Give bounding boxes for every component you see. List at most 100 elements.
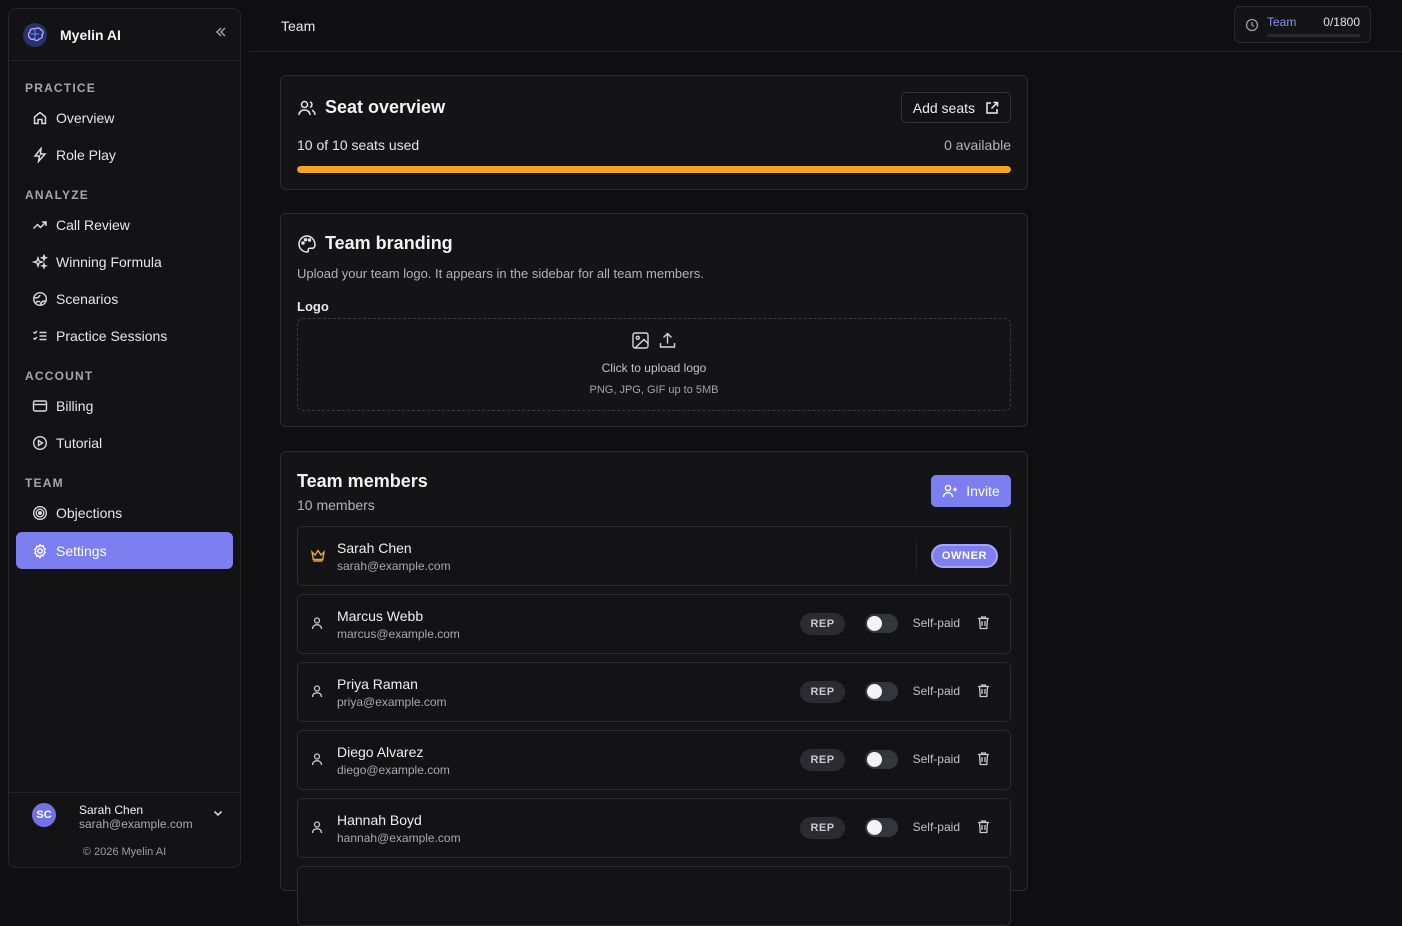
- seat-overview-card: Seat overview Add seats 10 of 10 seats u…: [280, 75, 1028, 190]
- member-email: sarah@example.com: [337, 559, 451, 573]
- sidebar-item-label: Overview: [56, 109, 115, 126]
- self-paid-label: Self-paid: [912, 684, 960, 698]
- user-name: Sarah Chen: [79, 803, 144, 817]
- sparkles-icon: [32, 253, 48, 270]
- seats-available-text: 0 available: [944, 137, 1011, 153]
- sidebar-item-label: Tutorial: [56, 434, 103, 451]
- globe-icon: [32, 291, 48, 307]
- member-email: diego@example.com: [337, 763, 450, 777]
- self-paid-label: Self-paid: [912, 616, 960, 630]
- user-icon: [310, 820, 324, 839]
- trending-icon: [32, 217, 48, 233]
- usage-bar: [1267, 34, 1360, 37]
- sidebar-item-role-play[interactable]: Role Play: [16, 136, 233, 173]
- user-menu[interactable]: SC Sarah Chen sarah@example.com © 2026 M…: [9, 792, 240, 867]
- logo-dropzone[interactable]: Click to upload logo PNG, JPG, GIF up to…: [297, 318, 1011, 411]
- divider: [916, 542, 917, 570]
- member-name: Marcus Webb: [337, 608, 424, 624]
- seat-usage-bar: [297, 166, 1011, 173]
- role-badge[interactable]: REP: [800, 613, 845, 635]
- sidebar-item-tutorial[interactable]: Tutorial: [16, 424, 233, 461]
- user-icon: [310, 616, 324, 635]
- sidebar-item-label: Winning Formula: [56, 253, 162, 270]
- member-row: Marcus Webb marcus@example.com REP Self-…: [297, 594, 1011, 654]
- self-paid-toggle[interactable]: [865, 818, 898, 837]
- section-label-analyze: ANALYZE: [25, 188, 89, 202]
- team-branding-card: Team branding Upload your team logo. It …: [280, 213, 1028, 427]
- brain-logo-icon: [21, 21, 49, 49]
- play-circle-icon: [32, 435, 48, 451]
- member-name: Diego Alvarez: [337, 744, 424, 760]
- trash-icon[interactable]: [976, 819, 991, 839]
- toggle-knob: [867, 616, 882, 631]
- member-name: Hannah Boyd: [337, 812, 422, 828]
- avatar: SC: [32, 803, 56, 827]
- member-row: Priya Raman priya@example.com REP Self-p…: [297, 662, 1011, 722]
- sidebar-item-label: Scenarios: [56, 290, 119, 307]
- seat-usage-bar-fill: [297, 166, 1011, 173]
- brand-header: Myelin AI: [9, 9, 240, 61]
- upload-hint: PNG, JPG, GIF up to 5MB: [589, 384, 719, 396]
- role-badge[interactable]: REP: [800, 681, 845, 703]
- sidebar-item-label: Practice Sessions: [56, 327, 168, 344]
- role-badge[interactable]: REP: [800, 749, 845, 771]
- member-row: Hannah Boyd hannah@example.com REP Self-…: [297, 798, 1011, 858]
- usage-meter[interactable]: Team 0/1800: [1234, 6, 1371, 43]
- user-plus-icon: [942, 483, 958, 499]
- collapse-sidebar-icon[interactable]: [214, 25, 228, 44]
- sidebar-item-settings[interactable]: Settings: [16, 532, 233, 569]
- image-icon: [631, 331, 650, 355]
- logo-label: Logo: [297, 299, 329, 314]
- usage-label: Team: [1267, 15, 1297, 29]
- sidebar-item-objections[interactable]: Objections: [16, 494, 233, 531]
- self-paid-toggle[interactable]: [865, 614, 898, 633]
- sidebar: Myelin AI PRACTICE Overview Role Play AN…: [8, 8, 241, 868]
- sidebar-item-label: Objections: [56, 504, 123, 521]
- users-icon: [297, 98, 317, 123]
- sidebar-item-label: Call Review: [56, 216, 130, 233]
- trash-icon[interactable]: [976, 615, 991, 635]
- member-email: hannah@example.com: [337, 831, 461, 845]
- app-name: Myelin AI: [60, 26, 121, 43]
- sidebar-item-label: Role Play: [56, 146, 116, 163]
- self-paid-toggle[interactable]: [865, 682, 898, 701]
- card-icon: [32, 398, 48, 414]
- sidebar-item-scenarios[interactable]: Scenarios: [16, 280, 233, 317]
- self-paid-label: Self-paid: [912, 752, 960, 766]
- sidebar-item-billing[interactable]: Billing: [16, 387, 233, 424]
- sidebar-item-call-review[interactable]: Call Review: [16, 206, 233, 243]
- team-branding-title: Team branding: [325, 233, 453, 253]
- sidebar-item-overview[interactable]: Overview: [16, 99, 233, 136]
- external-link-icon: [985, 101, 999, 115]
- top-bar: Team Team 0/1800: [249, 0, 1402, 52]
- member-name: Priya Raman: [337, 676, 418, 692]
- home-icon: [32, 110, 48, 126]
- invite-button[interactable]: Invite: [931, 475, 1011, 507]
- toggle-knob: [867, 820, 882, 835]
- crown-icon: [310, 547, 326, 568]
- team-members-card: Team members 10 members Invite Sarah Che…: [280, 451, 1028, 926]
- member-row-owner: Sarah Chen sarah@example.com OWNER: [297, 526, 1011, 586]
- role-badge[interactable]: REP: [800, 817, 845, 839]
- target-icon: [32, 505, 48, 521]
- upload-icon: [658, 331, 677, 355]
- sidebar-item-practice-sessions[interactable]: Practice Sessions: [16, 317, 233, 354]
- trash-icon[interactable]: [976, 751, 991, 771]
- member-row-partial: [297, 866, 1011, 926]
- list-check-icon: [32, 328, 48, 344]
- add-seats-label: Add seats: [912, 99, 975, 116]
- trash-icon[interactable]: [976, 683, 991, 703]
- section-label-practice: PRACTICE: [25, 81, 96, 95]
- page-title: Team: [281, 18, 316, 34]
- sidebar-item-winning-formula[interactable]: Winning Formula: [16, 243, 233, 280]
- sidebar-item-label: Settings: [56, 542, 107, 559]
- add-seats-button[interactable]: Add seats: [900, 92, 1011, 123]
- copyright: © 2026 Myelin AI: [82, 846, 167, 858]
- role-badge-owner: OWNER: [931, 544, 998, 568]
- self-paid-toggle[interactable]: [865, 750, 898, 769]
- user-icon: [310, 684, 324, 703]
- toggle-knob: [867, 684, 882, 699]
- members-count: 10 members: [297, 497, 375, 513]
- member-row: Diego Alvarez diego@example.com REP Self…: [297, 730, 1011, 790]
- chevron-down-icon[interactable]: [212, 806, 224, 824]
